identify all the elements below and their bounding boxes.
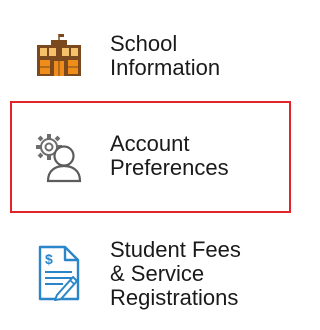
- svg-text:$: $: [45, 251, 53, 267]
- user-gear-icon: [10, 103, 108, 211]
- menu-item-label: Account Preferences: [110, 131, 229, 180]
- menu-item-student-fees[interactable]: $ Student Fees & Service Registrations: [10, 220, 291, 326]
- menu-item-school-information[interactable]: School Information: [10, 14, 291, 96]
- menu-item-account-preferences[interactable]: Account Preferences: [10, 101, 291, 213]
- school-building-icon: [10, 14, 108, 96]
- menu-item-label: School Information: [110, 31, 221, 80]
- fee-document-icon: $: [10, 220, 108, 326]
- sidebar-menu: School Information Account Preferences $…: [0, 0, 305, 330]
- menu-item-label: Student Fees & Service Registrations: [110, 237, 241, 310]
